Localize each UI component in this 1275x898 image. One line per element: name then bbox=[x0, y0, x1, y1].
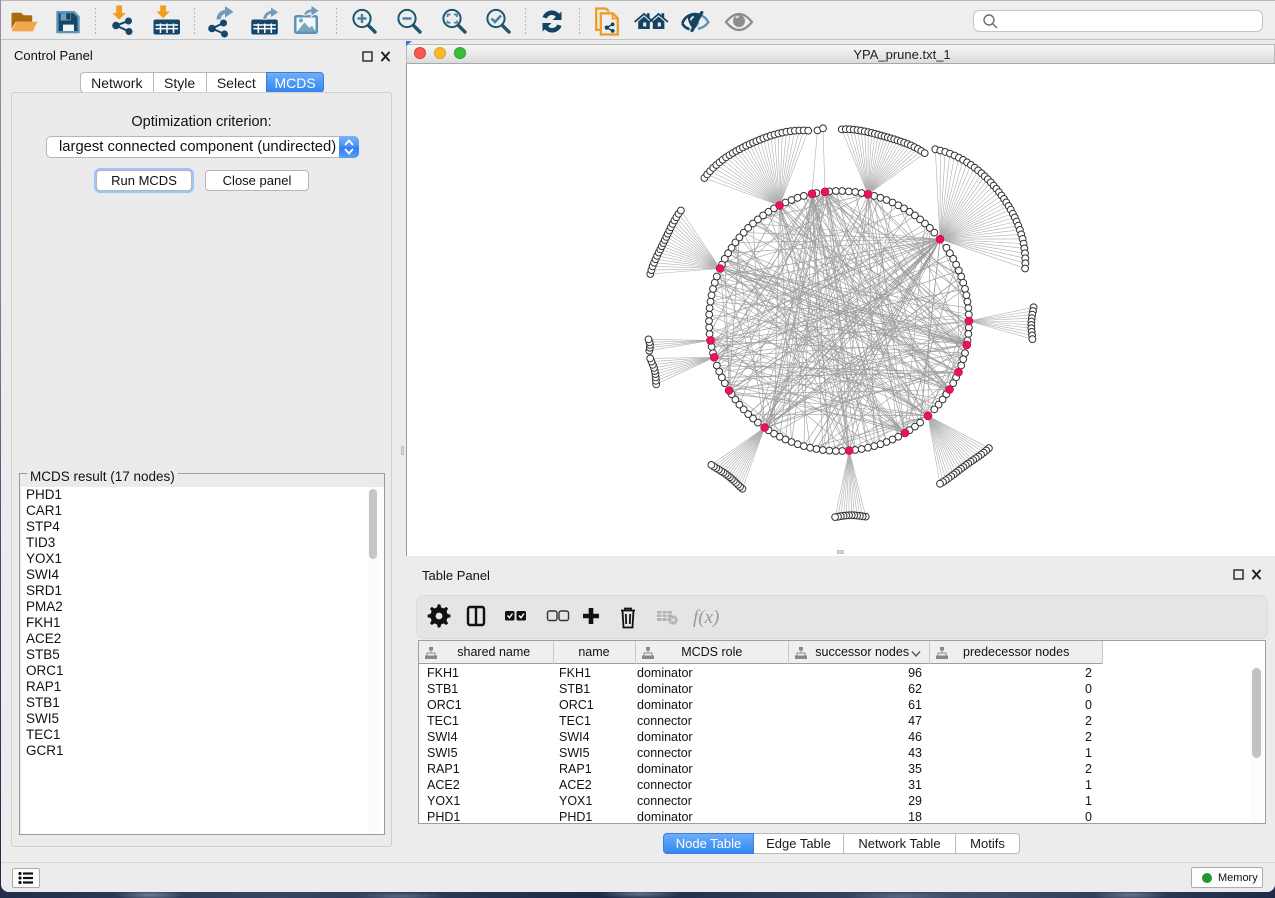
svg-text:f(x): f(x) bbox=[693, 607, 719, 628]
